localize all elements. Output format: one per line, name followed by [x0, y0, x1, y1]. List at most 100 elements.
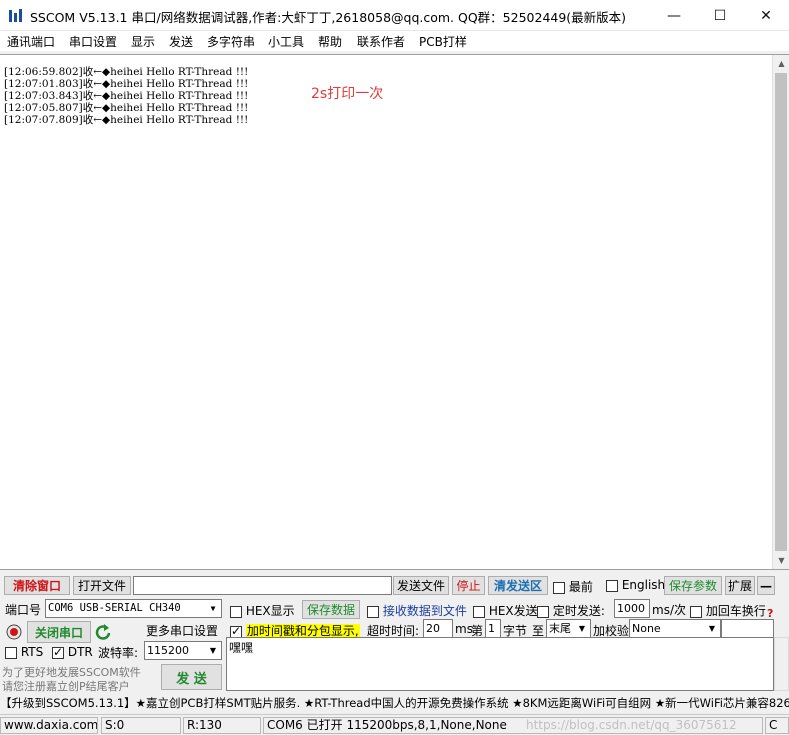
receive-area[interactable]: [12:06:59.802]收←◆heihei Hello RT-Thread … — [0, 54, 789, 570]
scroll-down-icon[interactable]: ▼ — [773, 552, 789, 569]
chevron-down-icon: ▼ — [708, 624, 716, 633]
recv-to-file-check[interactable] — [367, 605, 379, 618]
close-port-button[interactable]: 关闭串口 — [27, 621, 91, 643]
hex-display-label: HEX显示 — [245, 604, 295, 618]
log-line: [12:07:01.803]收←◆heihei Hello RT-Thread … — [4, 78, 249, 90]
menu-serial-settings[interactable]: 串口设置 — [69, 33, 117, 50]
chevron-down-icon: ▼ — [209, 646, 217, 655]
receive-scrollbar[interactable]: ▲ ▼ — [772, 55, 789, 569]
ad-ticker[interactable]: 【升级到SSCOM5.13.1】★嘉立创PCB打样SMT贴片服务. ★RT-Th… — [0, 694, 789, 713]
dtr-label: DTR — [67, 645, 93, 659]
status-bar: www.daxia.com S:0 R:130 COM6 已打开 115200b… — [0, 714, 789, 735]
chevron-down-icon: ▼ — [578, 624, 586, 633]
timed-send-checkbox[interactable]: 定时发送: — [537, 602, 605, 619]
watermark: https://blog.csdn.net/qq_36075612 — [526, 718, 737, 732]
checksum-select[interactable]: None ▼ — [629, 619, 721, 638]
clear-send-button[interactable]: 清发送区 — [488, 576, 548, 595]
minimize-button[interactable]: — — [651, 0, 697, 31]
maximize-button[interactable]: ☐ — [697, 0, 743, 31]
port-label: 端口号 — [5, 603, 42, 617]
scroll-up-icon[interactable]: ▲ — [773, 55, 789, 72]
timestamp-label: 加时间戳和分包显示, — [245, 624, 360, 638]
menu-tools[interactable]: 小工具 — [268, 33, 304, 50]
topmost-label: 最前 — [568, 580, 593, 594]
help-icon[interactable]: ? — [767, 607, 773, 620]
expand-button[interactable]: 扩展 — [725, 576, 755, 595]
status-received: R:130 — [183, 717, 261, 734]
rts-label: RTS — [20, 645, 44, 659]
log-line: [12:07:05.807]收←◆heihei Hello RT-Thread … — [4, 102, 249, 114]
rts-check[interactable] — [5, 646, 17, 659]
menu-pcb[interactable]: PCB打样 — [419, 33, 467, 50]
collapse-button[interactable]: — — [757, 576, 775, 595]
dtr-check[interactable] — [52, 645, 64, 659]
log-line: [12:07:07.809]收←◆heihei Hello RT-Thread … — [4, 114, 249, 126]
menu-multi-string[interactable]: 多字符串 — [207, 33, 255, 50]
menu-contact-author[interactable]: 联系作者 — [357, 33, 405, 50]
port-select-value: COM6 USB-SERIAL CH340 — [48, 602, 181, 614]
menu-bar: 通讯端口 串口设置 显示 发送 多字符串 小工具 帮助 联系作者 PCB打样 — [0, 31, 789, 51]
add-newline-checkbox[interactable]: 加回车换行 — [690, 602, 766, 619]
timed-send-check[interactable] — [537, 605, 549, 618]
menu-display[interactable]: 显示 — [131, 33, 155, 50]
clear-window-button[interactable]: 清除窗口 — [4, 576, 70, 595]
stop-button[interactable]: 停止 — [452, 576, 485, 595]
english-check[interactable] — [606, 579, 618, 592]
checksum-select-value: None — [632, 622, 661, 635]
window-title: SSCOM V5.13.1 串口/网络数据调试器,作者:大虾丁丁,2618058… — [30, 10, 627, 25]
timestamp-check[interactable] — [230, 624, 242, 638]
send-input[interactable]: 嘿嘿 — [226, 637, 774, 691]
menu-help[interactable]: 帮助 — [318, 33, 342, 50]
timeout-input[interactable]: 20 — [423, 619, 453, 638]
more-settings-link[interactable]: 更多串口设置 — [146, 622, 218, 639]
add-newline-check[interactable] — [690, 605, 702, 618]
interval-unit: ms/次 — [652, 603, 686, 617]
send-button[interactable]: 发 送 — [161, 664, 222, 690]
close-button[interactable]: ✕ — [743, 0, 789, 31]
send-scrollbar[interactable] — [774, 637, 789, 691]
open-file-button[interactable]: 打开文件 — [73, 576, 131, 595]
scroll-thumb[interactable] — [775, 73, 787, 551]
save-data-button[interactable]: 保存数据 — [302, 600, 360, 619]
send-input-text: 嘿嘿 — [229, 641, 254, 655]
english-checkbox[interactable]: English — [606, 578, 665, 592]
hex-send-checkbox[interactable]: HEX发送 — [473, 602, 538, 619]
log-line: [12:06:59.802]收←◆heihei Hello RT-Thread … — [4, 66, 249, 78]
hex-display-checkbox[interactable]: HEX显示 — [230, 602, 295, 619]
receive-log: [12:06:59.802]收←◆heihei Hello RT-Thread … — [4, 66, 248, 126]
byte-index-input[interactable]: 1 — [485, 619, 501, 638]
annotation-text: 2s打印一次 — [311, 86, 384, 102]
timed-send-label: 定时发送: — [552, 604, 605, 618]
rts-checkbox[interactable]: RTS — [5, 645, 43, 659]
end-select[interactable]: 末尾 ▼ — [546, 619, 591, 638]
save-params-button[interactable]: 保存参数 — [664, 576, 722, 595]
sscom-app-icon — [9, 9, 22, 22]
menu-send[interactable]: 发送 — [169, 33, 193, 50]
hex-send-check[interactable] — [473, 605, 485, 618]
promo-line-2: 请您注册嘉立创P结尾客户 — [2, 680, 130, 693]
topmost-check[interactable] — [553, 581, 565, 594]
interval-input[interactable]: 1000 — [614, 599, 650, 618]
port-select[interactable]: COM6 USB-SERIAL CH340 ▼ — [45, 599, 222, 618]
checksum-result-input[interactable] — [721, 619, 774, 638]
recv-to-file-checkbox[interactable]: 接收数据到文件 — [367, 602, 467, 619]
menu-comm-port[interactable]: 通讯端口 — [7, 33, 55, 50]
status-sent: S:0 — [101, 717, 181, 734]
dtr-checkbox[interactable]: DTR — [52, 645, 93, 659]
status-site[interactable]: www.daxia.com — [0, 717, 98, 734]
baud-label: 波特率: — [98, 646, 139, 660]
baud-select[interactable]: 115200 ▼ — [144, 641, 222, 660]
add-newline-label: 加回车换行 — [705, 604, 766, 618]
status-port-state: COM6 已打开 115200bps,8,1,None,None https:/… — [263, 717, 763, 734]
topmost-checkbox[interactable]: 最前 — [553, 578, 593, 595]
baud-select-value: 115200 — [147, 644, 189, 657]
status-port-text: COM6 已打开 115200bps,8,1,None,None — [267, 718, 507, 732]
end-select-value: 末尾 — [549, 622, 571, 635]
file-path-input[interactable] — [133, 576, 392, 595]
english-label: English — [621, 578, 666, 592]
refresh-icon[interactable] — [95, 623, 111, 641]
hex-display-check[interactable] — [230, 605, 242, 618]
record-icon — [6, 624, 22, 640]
send-file-button[interactable]: 发送文件 — [393, 576, 449, 595]
log-line: [12:07:03.843]收←◆heihei Hello RT-Thread … — [4, 90, 249, 102]
